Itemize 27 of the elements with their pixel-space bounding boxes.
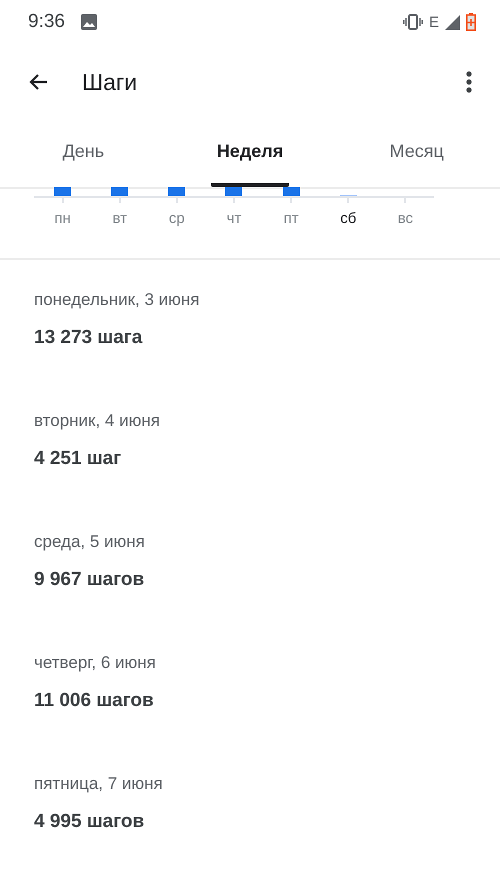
step-count: 4 995 шагов bbox=[34, 811, 146, 833]
day-label: ср bbox=[168, 210, 185, 227]
day-label: пт bbox=[284, 210, 299, 227]
period-tab[interactable]: День bbox=[56, 120, 110, 187]
battery-icon bbox=[466, 13, 476, 31]
day-label: вт bbox=[112, 210, 127, 227]
image-icon bbox=[80, 14, 97, 30]
screen-title: Шаги bbox=[82, 68, 138, 96]
vibrate-icon bbox=[402, 14, 423, 30]
day-label: сб bbox=[340, 210, 356, 227]
day-date: вторник, 4 июня bbox=[34, 411, 161, 431]
more-icon[interactable] bbox=[466, 70, 472, 94]
day-date: четверг, 6 июня bbox=[34, 653, 157, 673]
period-tab[interactable]: Месяц bbox=[384, 120, 450, 187]
day-label: чт bbox=[226, 210, 242, 227]
step-count: 11 006 шагов bbox=[34, 690, 155, 712]
step-count: 4 251 шаг bbox=[34, 448, 122, 470]
step-count: 13 273 шага bbox=[34, 327, 144, 349]
step-count: 9 967 шагов bbox=[34, 569, 146, 591]
network-type: E bbox=[428, 14, 439, 30]
day-date: понедельник, 3 июня bbox=[34, 290, 201, 310]
status-time: 9:36 bbox=[28, 11, 65, 33]
signal-icon bbox=[445, 14, 460, 30]
day-label: пн bbox=[54, 210, 71, 227]
day-label: вс bbox=[398, 210, 414, 227]
day-date: пятница, 7 июня bbox=[34, 774, 164, 794]
day-date: среда, 5 июня bbox=[34, 532, 146, 552]
